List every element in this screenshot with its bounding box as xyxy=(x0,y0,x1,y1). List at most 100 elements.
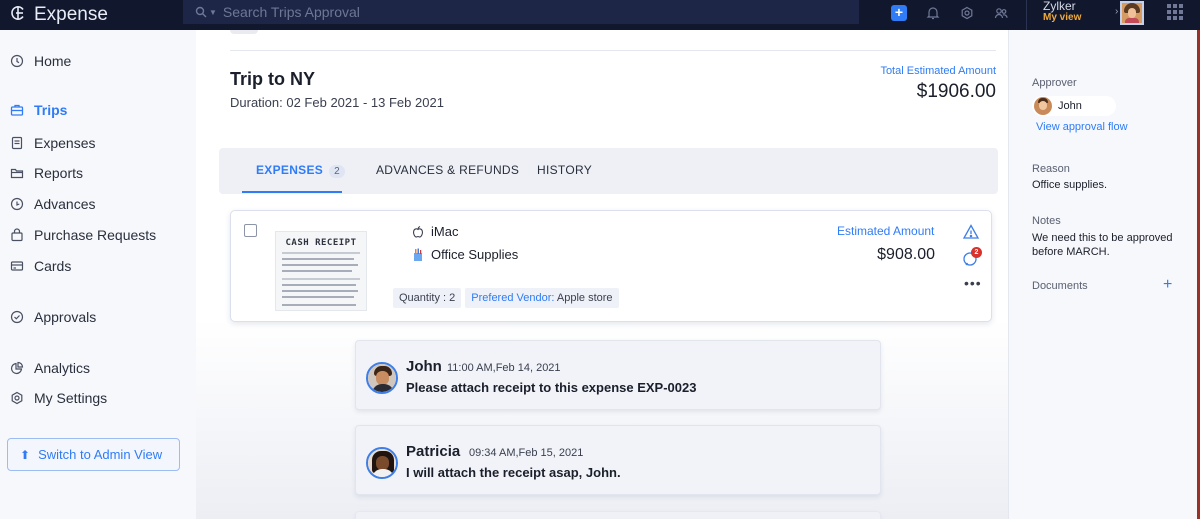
chevron-right-icon: › xyxy=(1115,6,1119,17)
vendor-key: Prefered Vendor: xyxy=(471,292,555,304)
app-name: Expense xyxy=(34,4,108,25)
tab-history[interactable]: HISTORY xyxy=(537,163,592,177)
expense-checkbox[interactable] xyxy=(244,224,257,237)
avatar xyxy=(366,362,398,394)
comment-timestamp: 09:34 AM,Feb 15, 2021 xyxy=(469,447,584,459)
sidebar-item-reports[interactable]: Reports xyxy=(10,165,83,181)
item-name-text: iMac xyxy=(431,224,459,239)
comment-icon[interactable]: 2 xyxy=(962,247,982,269)
avatar xyxy=(1034,97,1052,115)
card-icon xyxy=(10,259,24,273)
sidebar-item-label: My Settings xyxy=(34,390,108,406)
comment-card xyxy=(355,511,881,519)
expense-logo-icon xyxy=(8,3,28,28)
quick-create-plus-icon[interactable]: + xyxy=(890,4,908,22)
tab-count-badge: 2 xyxy=(329,165,345,178)
receipt-thumbnail[interactable]: CASH RECEIPT xyxy=(275,231,367,311)
sidebar-item-approvals[interactable]: Approvals xyxy=(10,309,96,325)
comment-author: Patricia xyxy=(406,443,461,460)
sidebar-item-label: Purchase Requests xyxy=(34,227,157,243)
org-view-label: My view xyxy=(1043,12,1082,23)
main-content: Trip to NY Duration: 02 Feb 2021 - 13 Fe… xyxy=(196,30,1008,519)
reason-value: Office supplies. xyxy=(1032,179,1108,191)
tab-label: EXPENSES xyxy=(256,163,324,177)
top-bar: Expense ▼ + Zylker My view › xyxy=(0,0,1200,30)
sidebar-item-label: Reports xyxy=(34,165,84,181)
tab-label: HISTORY xyxy=(537,163,593,177)
sidebar-item-home[interactable]: Home xyxy=(10,53,71,69)
tab-expenses[interactable]: EXPENSES 2 xyxy=(256,163,345,178)
more-options-icon[interactable]: ••• xyxy=(964,276,982,290)
brand[interactable]: Expense xyxy=(0,3,183,28)
switch-to-admin-view-button[interactable]: ⬆ Switch to Admin View xyxy=(7,438,180,471)
scroll-handle[interactable] xyxy=(230,30,258,34)
user-avatar[interactable] xyxy=(1120,1,1144,25)
org-name: Zylker xyxy=(1043,0,1076,13)
trip-duration: Duration: 02 Feb 2021 - 13 Feb 2021 xyxy=(230,95,444,110)
expense-card[interactable]: CASH RECEIPT iMac Office Supplies Quanti… xyxy=(230,210,992,322)
receipt-icon xyxy=(10,136,24,150)
folder-icon xyxy=(10,166,24,180)
search-scope-chevron-down-icon[interactable]: ▼ xyxy=(209,8,217,17)
advance-icon xyxy=(10,197,24,211)
org-switcher[interactable]: Zylker My view › xyxy=(1026,0,1118,30)
sidebar-item-trips[interactable]: Trips xyxy=(10,102,67,118)
page-title: Trip to NY xyxy=(230,69,315,89)
sidebar-item-label: Trips xyxy=(34,102,68,118)
approver-name: John xyxy=(1058,100,1082,112)
gear-icon xyxy=(10,391,24,405)
estimated-amount-value: $908.00 xyxy=(877,246,935,263)
total-estimated-label: Total Estimated Amount xyxy=(880,65,996,77)
home-icon xyxy=(10,54,24,68)
users-icon[interactable] xyxy=(992,4,1010,22)
estimated-amount-label: Estimated Amount xyxy=(837,224,935,238)
notes-label: Notes xyxy=(1032,215,1061,227)
comment-card: Patricia 09:34 AM,Feb 15, 2021 I will at… xyxy=(355,425,881,495)
total-estimated-value: $1906.00 xyxy=(916,81,996,102)
check-circle-icon xyxy=(10,310,24,324)
active-tab-indicator xyxy=(242,191,342,193)
sidebar-item-cards[interactable]: Cards xyxy=(10,258,71,274)
search-input[interactable] xyxy=(222,4,823,20)
expense-category: Office Supplies xyxy=(411,247,518,262)
sidebar: Home Trips Expenses Reports Advances Pur… xyxy=(0,30,196,519)
quantity-chip: Quantity : 2 xyxy=(393,288,462,308)
sidebar-item-label: Advances xyxy=(34,196,96,212)
comment-text: I will attach the receipt asap, John. xyxy=(406,465,621,480)
notes-value: We need this to be approved before MARCH… xyxy=(1032,232,1173,258)
expense-item-name: iMac xyxy=(411,224,458,239)
add-document-plus-icon[interactable]: + xyxy=(1163,276,1172,294)
sidebar-item-label: Home xyxy=(34,53,72,69)
sidebar-item-expenses[interactable]: Expenses xyxy=(10,135,95,151)
search-bar[interactable]: ▼ xyxy=(183,0,859,24)
sidebar-item-label: Analytics xyxy=(34,360,91,376)
vendor-chip: Prefered Vendor: Apple store xyxy=(465,288,619,308)
avatar xyxy=(366,447,398,479)
sidebar-item-label: Cards xyxy=(34,258,72,274)
comment-card: John 11:00 AM,Feb 14, 2021 Please attach… xyxy=(355,340,881,410)
gear-icon[interactable] xyxy=(958,4,976,22)
comment-author: John xyxy=(406,358,442,375)
tab-bar: EXPENSES 2 ADVANCES & REFUNDS HISTORY xyxy=(219,148,998,194)
sidebar-item-advances[interactable]: Advances xyxy=(10,196,95,212)
office-supplies-icon xyxy=(411,248,425,262)
view-approval-flow-link[interactable]: View approval flow xyxy=(1036,121,1128,133)
apps-grid-icon[interactable] xyxy=(1167,4,1183,20)
pin-icon: ⬆ xyxy=(20,447,31,462)
warning-icon[interactable] xyxy=(962,223,980,241)
sidebar-item-label: Expenses xyxy=(34,135,96,151)
sidebar-item-purchase-requests[interactable]: Purchase Requests xyxy=(10,227,156,243)
sidebar-item-my-settings[interactable]: My Settings xyxy=(10,390,107,406)
tab-advances-refunds[interactable]: ADVANCES & REFUNDS xyxy=(376,163,519,177)
bell-icon[interactable] xyxy=(924,4,942,22)
switch-button-label: Switch to Admin View xyxy=(38,447,163,462)
approver-label: Approver xyxy=(1032,77,1077,89)
divider xyxy=(230,50,996,51)
search-icon[interactable]: ▼ xyxy=(195,6,217,18)
comment-text: Please attach receipt to this expense EX… xyxy=(406,380,697,395)
receipt-title: CASH RECEIPT xyxy=(285,238,357,248)
sidebar-item-analytics[interactable]: Analytics xyxy=(10,360,90,376)
approver-chip[interactable]: John xyxy=(1032,96,1116,116)
tab-label: ADVANCES & REFUNDS xyxy=(376,163,520,177)
briefcase-icon xyxy=(10,103,24,117)
